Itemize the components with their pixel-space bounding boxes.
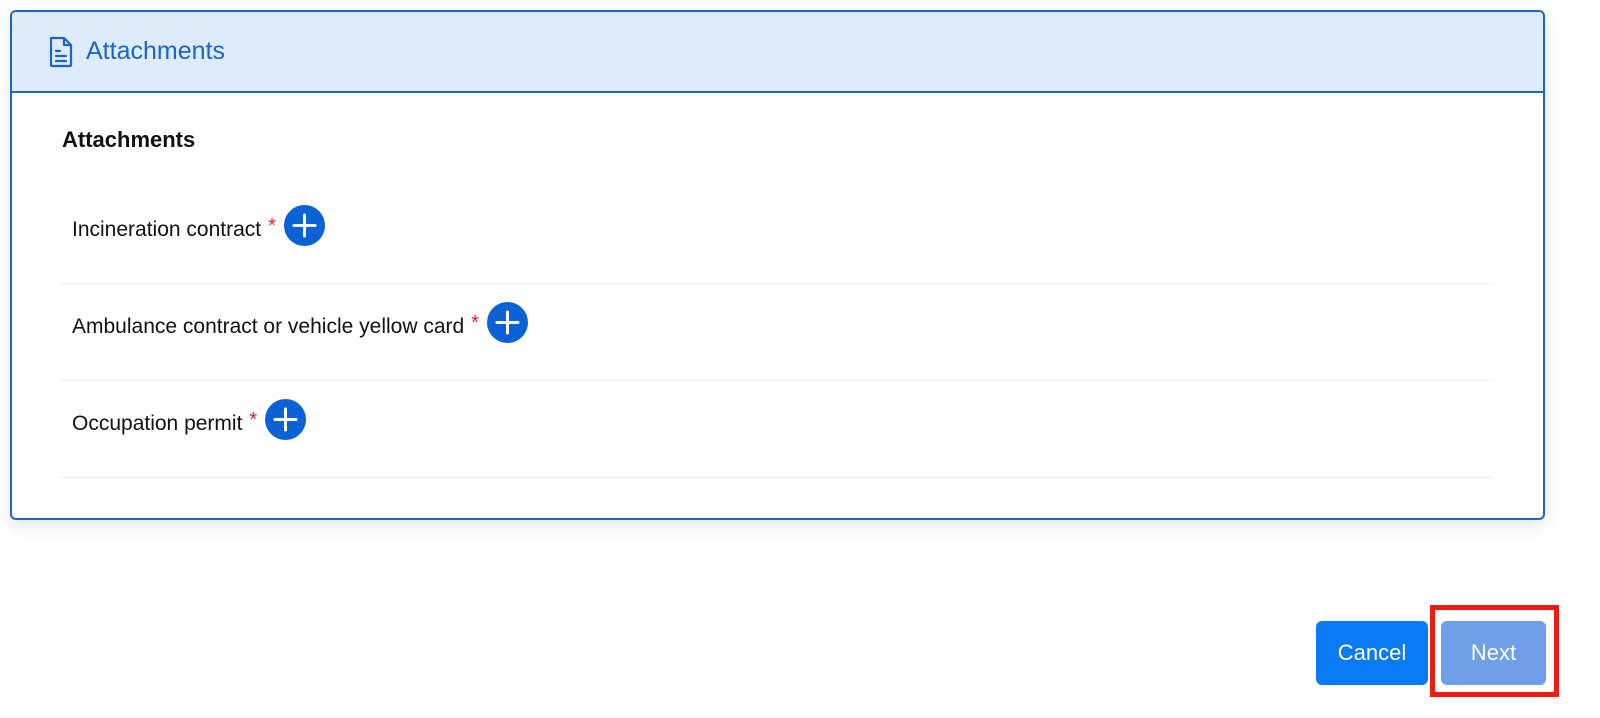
document-icon (48, 36, 74, 68)
plus-icon (495, 310, 520, 335)
attachment-list: Incineration contract * Ambulance contra… (62, 187, 1493, 478)
attachment-row-ambulance-contract: Ambulance contract or vehicle yellow car… (62, 284, 1493, 381)
attachment-row-occupation-permit: Occupation permit * (62, 381, 1493, 478)
next-button[interactable]: Next (1441, 621, 1546, 685)
attachment-label: Ambulance contract or vehicle yellow car… (72, 314, 465, 338)
plus-icon (292, 213, 317, 238)
add-occupation-permit-button[interactable] (265, 399, 307, 440)
cancel-button[interactable]: Cancel (1316, 621, 1428, 685)
panel-body: Attachments Incineration contract * Ambu… (12, 93, 1543, 478)
attachment-row-incineration-contract: Incineration contract * (62, 187, 1493, 284)
panel-header: Attachments (12, 12, 1543, 93)
section-title: Attachments (62, 127, 196, 152)
attachments-panel: Attachments Attachments Incineration con… (10, 10, 1545, 520)
panel-title: Attachments (86, 37, 225, 65)
required-asterisk: * (249, 409, 258, 431)
add-incineration-contract-button[interactable] (283, 205, 325, 246)
required-asterisk: * (268, 215, 276, 237)
attachment-label: Incineration contract (72, 217, 262, 241)
attachment-label: Occupation permit (72, 411, 243, 435)
required-asterisk: * (471, 312, 479, 334)
add-ambulance-contract-button[interactable] (486, 302, 528, 343)
plus-icon (273, 407, 298, 432)
